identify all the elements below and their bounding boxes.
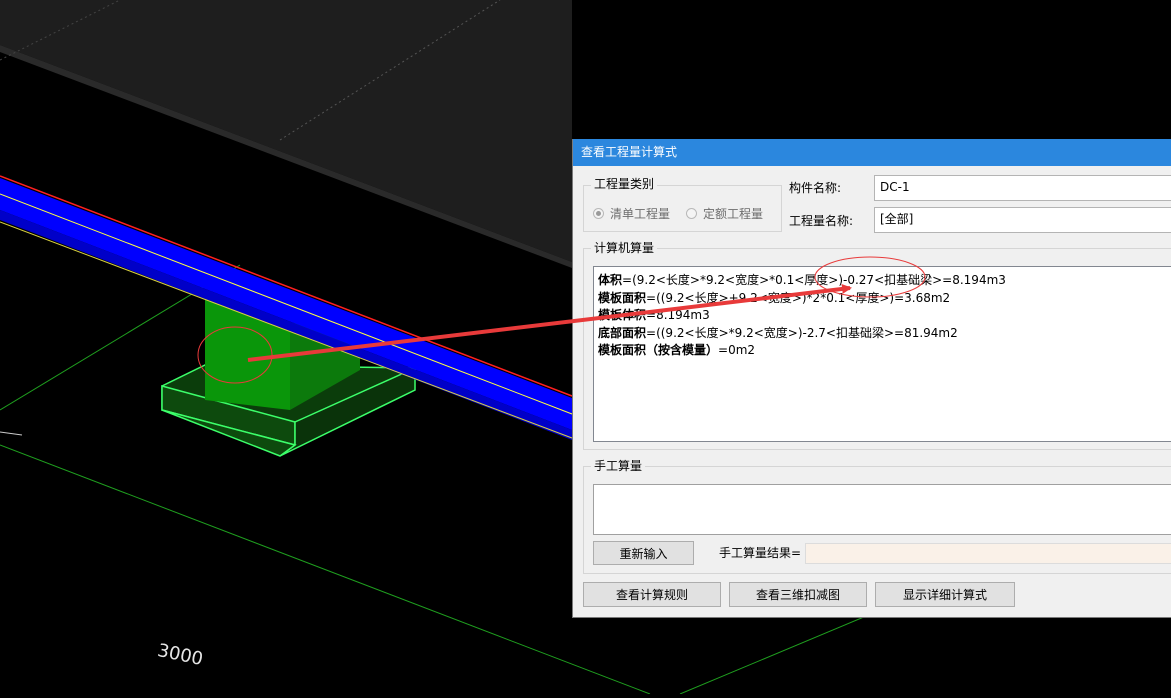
computer-calc-text[interactable]: 体积=(9.2<长度>*9.2<宽度>*0.1<厚度>)-0.27<扣基础梁>=… [593,266,1171,442]
calc-line: 模板面积（按含模量）=0m2 [598,343,756,357]
calc-line: 体积=(9.2<长度>*9.2<宽度>*0.1<厚度>)-0.27<扣基础梁>=… [598,273,1006,287]
calc-line: 底部面积=((9.2<长度>*9.2<宽度>)-2.7<扣基础梁>=81.94m… [598,325,958,340]
quantity-name-select[interactable]: [全部] [874,207,1171,233]
calc-line: 模板体积=8.194m3 [598,308,710,322]
radio-bill-quantity-label: 清单工程量 [610,207,671,221]
manual-result-label: 手工算量结果= [719,546,802,560]
view-calc-rules-button[interactable]: 查看计算规则 [583,582,721,607]
view-3d-deduction-button[interactable]: 查看三维扣减图 [729,582,867,607]
computer-calc-group-title: 计算机算量 [591,241,658,255]
manual-calc-group-title: 手工算量 [591,459,646,473]
show-detail-formula-button[interactable]: 显示详细计算式 [875,582,1015,607]
radio-bill-quantity[interactable]: 清单工程量 [593,205,670,222]
component-name-field[interactable]: DC-1 [874,175,1171,201]
radio-quota-quantity[interactable]: 定额工程量 [686,205,763,222]
calc-line: 模板面积=((9.2<长度>+9.2<宽度>)*2*0.1<厚度>)=3.68m… [598,290,951,305]
quantity-type-group-title: 工程量类别 [591,177,658,191]
reenter-button[interactable]: 重新输入 [593,541,694,565]
manual-result-field[interactable] [805,543,1171,564]
quantity-name-label: 工程量名称: [789,214,854,228]
radio-circle-checked [593,208,604,219]
manual-calc-input[interactable] [593,484,1171,535]
grid-line [0,444,651,695]
axis-tick [0,431,23,436]
component-name-label: 构件名称: [789,181,842,195]
quantity-formula-dialog: 查看工程量计算式 工程量类别 清单工程量 定额工程量 构件名称: DC-1 工程… [572,139,1171,618]
radio-quota-quantity-label: 定额工程量 [703,207,764,221]
radio-circle [686,208,697,219]
dialog-titlebar[interactable]: 查看工程量计算式 [573,139,1171,166]
